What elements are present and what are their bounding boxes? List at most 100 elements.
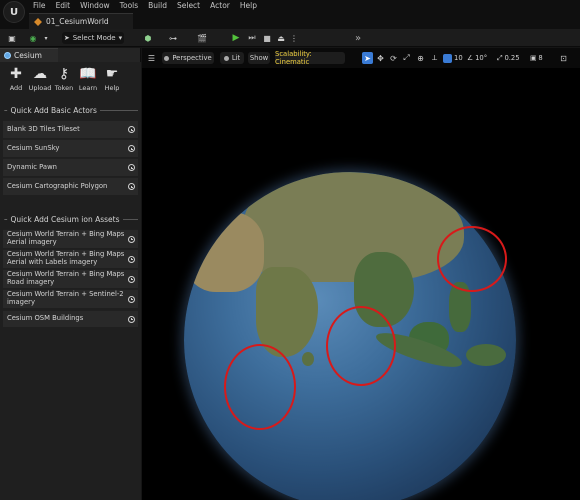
scalability-button[interactable]: Scalability: Cinematic <box>275 50 345 66</box>
cesium-action-bar: ✚ Add ☁ Upload ⚷ Token 📖 Learn ☛ Help <box>0 66 141 100</box>
chevron-down-icon: – <box>4 215 8 223</box>
list-item-cwt-bing-road[interactable]: Cesium World Terrain + Bing Maps Road im… <box>3 269 138 288</box>
blueprint-icon[interactable]: ⊶ <box>165 32 181 44</box>
scale-snap-value: 0.25 <box>504 54 520 62</box>
chevron-down-icon: ▾ <box>118 34 123 42</box>
rotation-snap[interactable]: ∠ 10° <box>467 52 487 64</box>
item-label: Cesium World Terrain + Bing Maps Aerial … <box>7 250 125 266</box>
menu-build[interactable]: Build <box>148 1 173 10</box>
menu-items: File Edit Window Tools Build Select Acto… <box>33 1 267 10</box>
world-icon[interactable]: ⊕ <box>415 52 426 64</box>
add-circle-icon[interactable] <box>128 183 135 190</box>
list-item-cwt-bing-aerial[interactable]: Cesium World Terrain + Bing Maps Aerial … <box>3 229 138 248</box>
add-circle-icon[interactable] <box>128 145 135 152</box>
help-label: Help <box>104 84 120 92</box>
document-tab-row: 01_CesiumWorld <box>0 13 580 29</box>
rotation-snap-value: 10° <box>475 54 488 62</box>
level-icon <box>34 17 42 26</box>
viewport-toolbar: ☰ Perspective Lit Show Scalability: Cine… <box>142 48 580 68</box>
select-mode-dropdown[interactable]: ➤ Select Mode ▾ <box>62 32 124 44</box>
grid-icon <box>443 53 452 63</box>
show-button[interactable]: Show <box>248 52 270 64</box>
item-label: Cesium Cartographic Polygon <box>7 181 108 190</box>
learn-button[interactable]: 📖 Learn <box>76 66 100 100</box>
add-label: Add <box>9 84 23 92</box>
scale-icon[interactable]: ⤢ <box>401 52 412 64</box>
list-item-cwt-bing-labels[interactable]: Cesium World Terrain + Bing Maps Aerial … <box>3 249 138 268</box>
cesium-tab[interactable]: Cesium <box>0 48 58 62</box>
menu-window[interactable]: Window <box>80 1 116 10</box>
list-item-cartographic-polygon[interactable]: Cesium Cartographic Polygon <box>3 177 138 195</box>
translate-icon[interactable]: ✥ <box>375 52 386 64</box>
list-item-sunsky[interactable]: Cesium SunSky <box>3 139 138 157</box>
add-circle-icon[interactable] <box>128 255 135 263</box>
add-content-icon[interactable]: ⬢ <box>140 32 156 44</box>
eject-icon[interactable]: ⏏ <box>275 32 287 44</box>
level-tab[interactable]: 01_CesiumWorld <box>29 13 133 29</box>
add-circle-icon[interactable] <box>128 235 135 243</box>
level-name: 01_CesiumWorld <box>46 17 109 26</box>
list-item-cwt-sentinel[interactable]: Cesium World Terrain + Sentinel-2 imager… <box>3 289 138 308</box>
grid-snap[interactable]: 10 <box>443 52 463 64</box>
scale-snap-icon: ⤢ <box>497 53 503 62</box>
level-viewport[interactable]: ☰ Perspective Lit Show Scalability: Cine… <box>142 48 580 500</box>
ion-assets-header[interactable]: – Quick Add Cesium ion Assets <box>4 214 138 224</box>
rotate-icon[interactable]: ⟳ <box>388 52 399 64</box>
light-icon <box>223 55 229 61</box>
item-label: Cesium SunSky <box>7 143 60 152</box>
upload-button[interactable]: ☁ Upload <box>28 66 52 100</box>
perspective-label: Perspective <box>172 54 212 62</box>
menu-edit[interactable]: Edit <box>56 1 77 10</box>
select-tool-icon[interactable]: ➤ <box>362 52 373 64</box>
add-button[interactable]: ✚ Add <box>4 66 28 100</box>
token-button[interactable]: ⚷ Token <box>52 66 76 100</box>
menu-tools[interactable]: Tools <box>120 1 144 10</box>
source-control-dropdown-icon[interactable]: ▾ <box>42 32 50 44</box>
item-label: Cesium World Terrain + Sentinel-2 imager… <box>7 290 124 306</box>
highlight-circle-west <box>224 344 296 430</box>
scale-snap[interactable]: ⤢ 0.25 <box>497 52 520 64</box>
help-button[interactable]: ☛ Help <box>100 66 124 100</box>
item-label: Blank 3D Tiles Tileset <box>7 124 80 133</box>
step-icon[interactable]: ⏭ <box>246 32 258 44</box>
cinematics-icon[interactable]: 🎬 <box>194 32 210 44</box>
add-circle-icon[interactable] <box>128 275 135 283</box>
toolbar-overflow-icon[interactable]: » <box>352 32 364 44</box>
menu-select[interactable]: Select <box>177 1 206 10</box>
perspective-button[interactable]: Perspective <box>162 52 214 64</box>
basic-actors-header[interactable]: – Quick Add Basic Actors <box>4 105 138 115</box>
add-circle-icon[interactable] <box>128 164 135 171</box>
add-circle-icon[interactable] <box>128 315 135 323</box>
hamburger-icon[interactable]: ☰ <box>146 52 157 64</box>
stop-icon[interactable]: ■ <box>261 32 273 44</box>
menu-actor[interactable]: Actor <box>210 1 236 10</box>
unreal-logo[interactable]: U <box>3 1 25 23</box>
list-item-blank-tileset[interactable]: Blank 3D Tiles Tileset <box>3 120 138 138</box>
save-icon[interactable]: ▣ <box>6 32 18 44</box>
menu-file[interactable]: File <box>33 1 52 10</box>
list-item-osm-buildings[interactable]: Cesium OSM Buildings <box>3 310 138 327</box>
land-middle-east <box>184 212 264 292</box>
grid-snap-value: 10 <box>454 54 463 62</box>
list-item-dynamic-pawn[interactable]: Dynamic Pawn <box>3 158 138 176</box>
cesium-panel-body: ✚ Add ☁ Upload ⚷ Token 📖 Learn ☛ Help – … <box>0 62 141 500</box>
play-options-icon[interactable]: ⋮ <box>289 32 299 44</box>
highlight-circle-east <box>437 226 507 292</box>
add-circle-icon[interactable] <box>128 126 135 133</box>
cloud-upload-icon: ☁ <box>33 66 47 82</box>
land-asia <box>244 172 464 282</box>
source-control-icon[interactable]: ◉ <box>26 32 40 44</box>
camera-speed[interactable]: ▣ 8 <box>530 52 543 64</box>
lit-button[interactable]: Lit <box>220 52 244 64</box>
add-circle-icon[interactable] <box>128 295 135 303</box>
scalability-label: Scalability: Cinematic <box>275 50 312 66</box>
play-icon[interactable]: ▶ <box>230 32 242 44</box>
item-label: Cesium World Terrain + Bing Maps Road im… <box>7 270 125 286</box>
land-sri-lanka <box>302 352 314 366</box>
main-toolbar: ▣ ◉ ▾ ➤ Select Mode ▾ ⬢ ⊶ 🎬 ▶ ⏭ ■ ⏏ ⋮ » <box>0 29 580 47</box>
maximize-icon[interactable]: ⊡ <box>558 52 569 64</box>
surface-snap-icon[interactable]: ⟂ <box>429 52 440 64</box>
show-label: Show <box>249 54 269 62</box>
item-label: Dynamic Pawn <box>7 162 57 171</box>
menu-help[interactable]: Help <box>240 1 263 10</box>
